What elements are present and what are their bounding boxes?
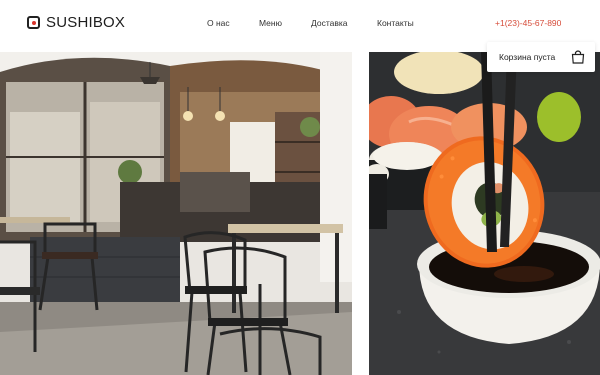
nav-menu[interactable]: Меню [259, 18, 311, 28]
logo[interactable]: SUSHIBOX [27, 14, 125, 31]
phone-link[interactable]: +1(23)-45-67-890 [495, 18, 561, 28]
logo-text: SUSHIBOX [46, 14, 126, 31]
nav-about[interactable]: О нас [207, 18, 259, 28]
nav-contacts[interactable]: Контакты [377, 18, 414, 28]
sushi-photo [369, 52, 600, 375]
shopping-bag-icon [571, 50, 585, 64]
restaurant-interior-photo [0, 52, 352, 375]
main-nav: О нас Меню Доставка Контакты [207, 18, 414, 28]
cart-label: Корзина пуста [499, 52, 556, 62]
cart-button[interactable]: Корзина пуста [487, 42, 595, 72]
nav-delivery[interactable]: Доставка [311, 18, 377, 28]
logo-icon [27, 16, 40, 29]
